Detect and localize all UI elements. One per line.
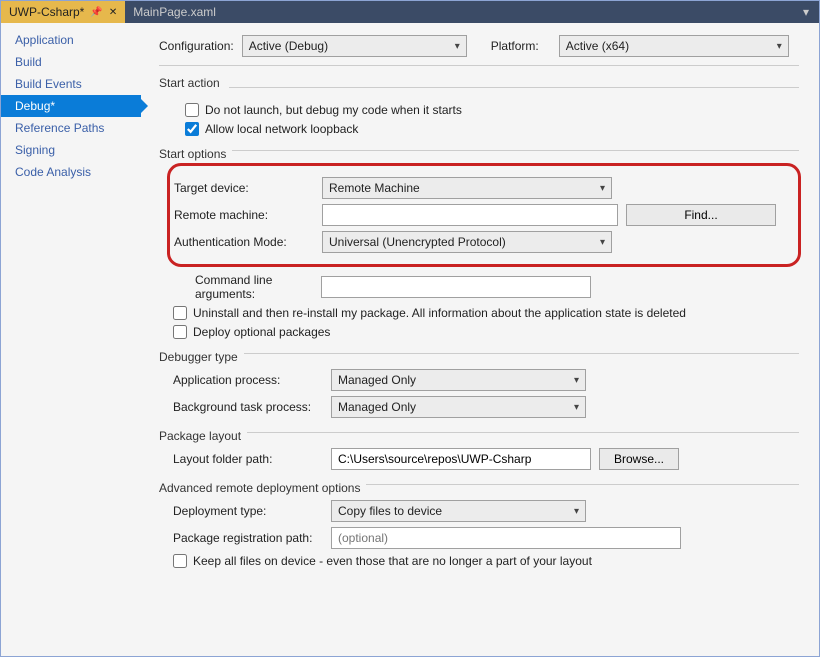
package-layout-title: Package layout <box>159 429 247 443</box>
debugger-type-title: Debugger type <box>159 350 244 364</box>
advanced-remote-title: Advanced remote deployment options <box>159 481 366 495</box>
close-icon[interactable]: ✕ <box>109 7 117 18</box>
target-device-combo[interactable]: Remote Machine ▾ <box>322 177 612 199</box>
loopback-label: Allow local network loopback <box>205 122 358 136</box>
chevron-down-icon: ▾ <box>574 506 579 517</box>
body: Application Build Build Events Debug* Re… <box>1 23 819 656</box>
chevron-down-icon: ▾ <box>455 41 460 52</box>
target-device-label: Target device: <box>174 181 314 195</box>
tab-project-properties[interactable]: UWP-Csharp* 📌 ✕ <box>1 1 125 23</box>
tabbar-overflow: ▾ <box>797 1 819 23</box>
combo-value: Active (x64) <box>566 39 629 53</box>
remote-machine-label: Remote machine: <box>174 208 314 222</box>
layout-folder-label: Layout folder path: <box>173 452 323 466</box>
tab-label: MainPage.xaml <box>133 5 216 19</box>
dont-launch-checkbox[interactable] <box>185 103 199 117</box>
keep-files-checkbox[interactable] <box>173 554 187 568</box>
find-button[interactable]: Find... <box>626 204 776 226</box>
cmd-args-label: Command line arguments: <box>195 273 313 301</box>
config-platform-row: Configuration: Active (Debug) ▾ Platform… <box>159 31 799 66</box>
chevron-down-icon: ▾ <box>574 402 579 413</box>
platform-combo[interactable]: Active (x64) ▾ <box>559 35 789 57</box>
uninstall-reinstall-label: Uninstall and then re-install my package… <box>193 306 686 320</box>
tab-mainpage-xaml[interactable]: MainPage.xaml <box>125 1 224 23</box>
properties-sidebar: Application Build Build Events Debug* Re… <box>1 23 141 656</box>
bg-process-label: Background task process: <box>173 400 323 414</box>
tab-label: UWP-Csharp* <box>9 5 84 19</box>
reg-path-label: Package registration path: <box>173 531 323 545</box>
configuration-combo[interactable]: Active (Debug) ▾ <box>242 35 467 57</box>
loopback-checkbox[interactable] <box>185 122 199 136</box>
combo-value: Managed Only <box>338 373 416 387</box>
deploy-optional-checkbox[interactable] <box>173 325 187 339</box>
browse-button[interactable]: Browse... <box>599 448 679 470</box>
auth-mode-combo[interactable]: Universal (Unencrypted Protocol) ▾ <box>322 231 612 253</box>
chevron-down-icon: ▾ <box>574 375 579 386</box>
layout-folder-input[interactable] <box>331 448 591 470</box>
combo-value: Copy files to device <box>338 504 442 518</box>
chevron-down-icon: ▾ <box>600 237 605 248</box>
remote-machine-input[interactable] <box>322 204 618 226</box>
configuration-label: Configuration: <box>159 39 234 53</box>
reg-path-input[interactable] <box>331 527 681 549</box>
combo-value: Universal (Unencrypted Protocol) <box>329 235 506 249</box>
dont-launch-label: Do not launch, but debug my code when it… <box>205 103 462 117</box>
platform-label: Platform: <box>491 39 539 53</box>
tab-overflow-menu-icon[interactable]: ▾ <box>797 5 815 19</box>
debug-settings-panel: Configuration: Active (Debug) ▾ Platform… <box>141 23 819 656</box>
keep-files-label: Keep all files on device - even those th… <box>193 554 592 568</box>
app-process-combo[interactable]: Managed Only ▾ <box>331 369 586 391</box>
document-tabbar: UWP-Csharp* 📌 ✕ MainPage.xaml ▾ <box>1 1 819 23</box>
auth-mode-label: Authentication Mode: <box>174 235 314 249</box>
deploy-optional-label: Deploy optional packages <box>193 325 330 339</box>
combo-value: Managed Only <box>338 400 416 414</box>
sidebar-item-signing[interactable]: Signing <box>1 139 141 161</box>
start-options-title: Start options <box>159 147 232 161</box>
sidebar-item-reference-paths[interactable]: Reference Paths <box>1 117 141 139</box>
combo-value: Remote Machine <box>329 181 420 195</box>
app-process-label: Application process: <box>173 373 323 387</box>
chevron-down-icon: ▾ <box>600 183 605 194</box>
sidebar-item-build[interactable]: Build <box>1 51 141 73</box>
chevron-down-icon: ▾ <box>777 41 782 52</box>
bg-process-combo[interactable]: Managed Only ▾ <box>331 396 586 418</box>
deploy-type-label: Deployment type: <box>173 504 323 518</box>
cmd-args-input[interactable] <box>321 276 591 298</box>
uninstall-reinstall-checkbox[interactable] <box>173 306 187 320</box>
deploy-type-combo[interactable]: Copy files to device ▾ <box>331 500 586 522</box>
sidebar-item-build-events[interactable]: Build Events <box>1 73 141 95</box>
remote-settings-highlight: Target device: Remote Machine ▾ Remote m… <box>167 163 801 267</box>
sidebar-item-application[interactable]: Application <box>1 29 141 51</box>
pin-icon[interactable]: 📌 <box>90 7 102 18</box>
sidebar-item-code-analysis[interactable]: Code Analysis <box>1 161 141 183</box>
project-properties-window: UWP-Csharp* 📌 ✕ MainPage.xaml ▾ Applicat… <box>0 0 820 657</box>
combo-value: Active (Debug) <box>249 39 328 53</box>
sidebar-item-debug[interactable]: Debug* <box>1 95 141 117</box>
